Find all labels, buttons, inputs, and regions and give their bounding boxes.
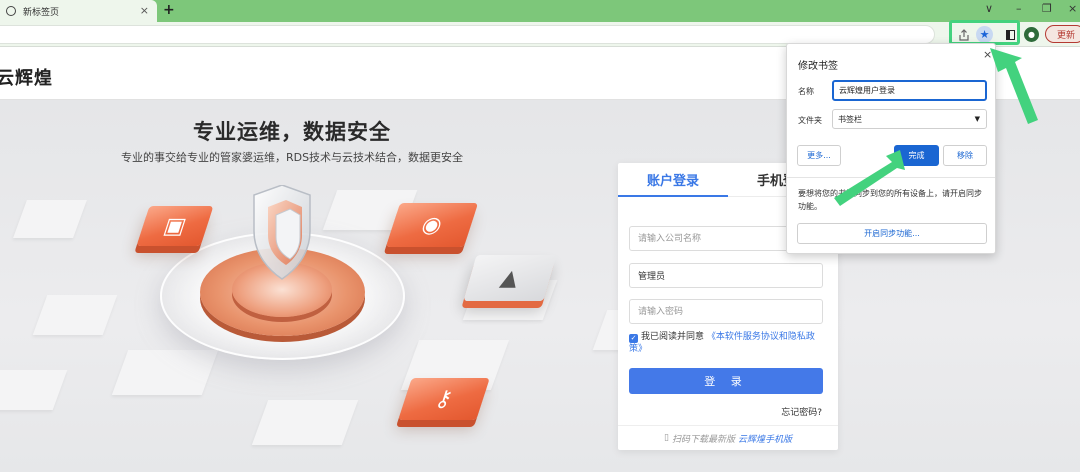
annotation-arrows [834, 48, 1038, 206]
arrow-to-done [834, 150, 905, 206]
arrow-to-star [990, 48, 1038, 124]
